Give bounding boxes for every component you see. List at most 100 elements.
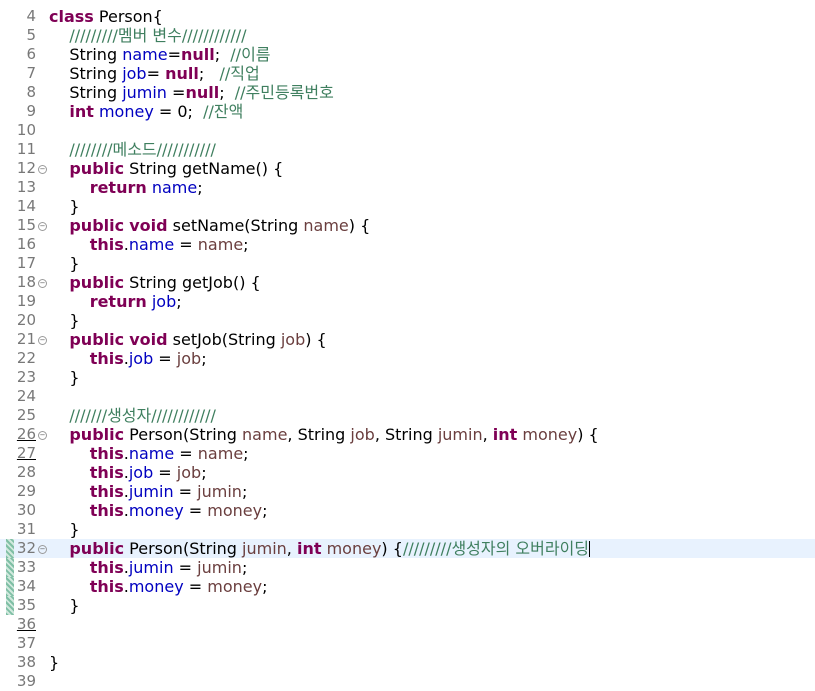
code-token: public (69, 425, 125, 444)
code-line[interactable]: 22 this.job = job; (0, 349, 815, 368)
fold-collapse-icon[interactable]: − (38, 431, 47, 440)
code-token: } (49, 311, 80, 330)
code-token: ///////생성자//////////// (69, 406, 216, 425)
code-text: } (49, 368, 79, 387)
code-token: } (49, 596, 80, 615)
line-number: 5 (26, 26, 36, 44)
code-token: , (286, 539, 297, 558)
code-line[interactable]: 17 } (0, 254, 815, 273)
code-line[interactable]: 4 class Person{ (0, 7, 815, 26)
code-token: String getJob() { (124, 273, 261, 292)
code-text: public String getJob() { (49, 273, 261, 292)
code-token: } (49, 520, 80, 539)
code-line[interactable]: 26− public Person(String name, String jo… (0, 425, 815, 444)
fold-collapse-icon[interactable]: − (38, 545, 47, 554)
code-line[interactable]: 32− public Person(String jumin, int mone… (0, 539, 815, 558)
code-line[interactable]: 35 } (0, 596, 815, 615)
line-number: 29 (16, 482, 36, 500)
code-token: public (69, 159, 125, 178)
code-token: public (69, 330, 125, 349)
code-token: Person{ (93, 7, 163, 26)
code-line[interactable]: 24 (0, 387, 815, 406)
line-number: 21 (16, 330, 36, 348)
code-line[interactable]: 20 } (0, 311, 815, 330)
code-token: return (89, 292, 147, 311)
code-token: public (69, 273, 125, 292)
line-number: 13 (16, 178, 36, 196)
code-token: name (128, 444, 175, 463)
line-number: 22 (16, 349, 36, 367)
line-number: 16 (16, 235, 36, 253)
code-token: //잔액 (203, 102, 244, 121)
code-line[interactable]: 34 this.money = money; (0, 577, 815, 596)
code-line[interactable]: 37 (0, 634, 815, 653)
text-caret (589, 541, 591, 557)
code-line[interactable]: 5 /////////멤버 변수//////////// (0, 26, 815, 45)
code-token: name (242, 425, 288, 444)
line-number: 24 (16, 387, 36, 405)
code-line[interactable]: 28 this.job = job; (0, 463, 815, 482)
code-line[interactable]: 36 (0, 615, 815, 634)
code-text: } (49, 197, 79, 216)
code-token: jumin (128, 482, 174, 501)
code-token: , String (374, 425, 438, 444)
code-text: String name=null; //이름 (49, 45, 270, 64)
code-text: this.money = money; (49, 577, 268, 596)
code-token: name (151, 178, 198, 197)
code-line[interactable]: 33 this.jumin = jumin; (0, 558, 815, 577)
code-line[interactable]: 12− public String getName() { (0, 159, 815, 178)
code-token: ; (197, 178, 203, 197)
code-token: this (89, 558, 124, 577)
code-line[interactable]: 29 this.jumin = jumin; (0, 482, 815, 501)
line-number: 23 (16, 368, 36, 386)
fold-collapse-icon[interactable]: − (38, 279, 47, 288)
code-token: ) { (305, 330, 327, 349)
fold-collapse-icon[interactable]: − (38, 222, 47, 231)
code-line[interactable]: 39 (0, 672, 815, 691)
code-line[interactable]: 15− public void setName(String name) { (0, 216, 815, 235)
code-token: //주민등록번호 (234, 83, 334, 102)
line-number: 9 (26, 102, 36, 120)
code-token: = 0; (153, 102, 204, 121)
code-token: ; (262, 577, 268, 596)
code-token: String getName() { (124, 159, 284, 178)
code-token: = (146, 64, 166, 83)
code-line[interactable]: 14 } (0, 197, 815, 216)
code-line[interactable]: 13 return name; (0, 178, 815, 197)
code-line[interactable]: 21− public void setJob(String job) { (0, 330, 815, 349)
code-line[interactable]: 10 (0, 121, 815, 140)
code-line[interactable]: 8 String jumin =null; //주민등록번호 (0, 83, 815, 102)
code-line[interactable]: 30 this.money = money; (0, 501, 815, 520)
line-number: 30 (16, 501, 36, 519)
code-token: ) { (348, 216, 371, 235)
code-line[interactable]: 7 String job= null; //직업 (0, 64, 815, 83)
code-line[interactable]: 38} (0, 653, 815, 672)
code-line[interactable]: 11 ////////메소드/////////// (0, 140, 815, 159)
code-line[interactable]: 9 int money = 0; //잔액 (0, 102, 815, 121)
code-token: ; (198, 64, 220, 83)
code-token: job (350, 425, 375, 444)
fold-collapse-icon[interactable]: − (38, 336, 47, 345)
java-code-editor[interactable]: 4 class Person{5 /////////멤버 변수//////////… (0, 0, 815, 691)
code-line[interactable]: 16 this.name = name; (0, 235, 815, 254)
code-line[interactable]: 27 this.name = name; (0, 444, 815, 463)
code-token: ; (201, 463, 207, 482)
code-token: int (296, 539, 322, 558)
code-line[interactable]: 19 return job; (0, 292, 815, 311)
fold-collapse-icon[interactable]: − (38, 165, 47, 174)
code-line[interactable]: 25 ///////생성자//////////// (0, 406, 815, 425)
line-number: 11 (16, 140, 36, 158)
line-number: 26 (16, 425, 36, 443)
code-text: int money = 0; //잔액 (49, 102, 243, 121)
code-token: money (128, 577, 184, 596)
code-line[interactable]: 31 } (0, 520, 815, 539)
code-line[interactable]: 18− public String getJob() { (0, 273, 815, 292)
code-line[interactable]: 23 } (0, 368, 815, 387)
code-line[interactable]: 6 String name=null; //이름 (0, 45, 815, 64)
code-token: ; (243, 235, 249, 254)
code-token: /////////생성자의 오버라이딩 (402, 539, 590, 558)
code-token: setJob(String (167, 330, 281, 349)
